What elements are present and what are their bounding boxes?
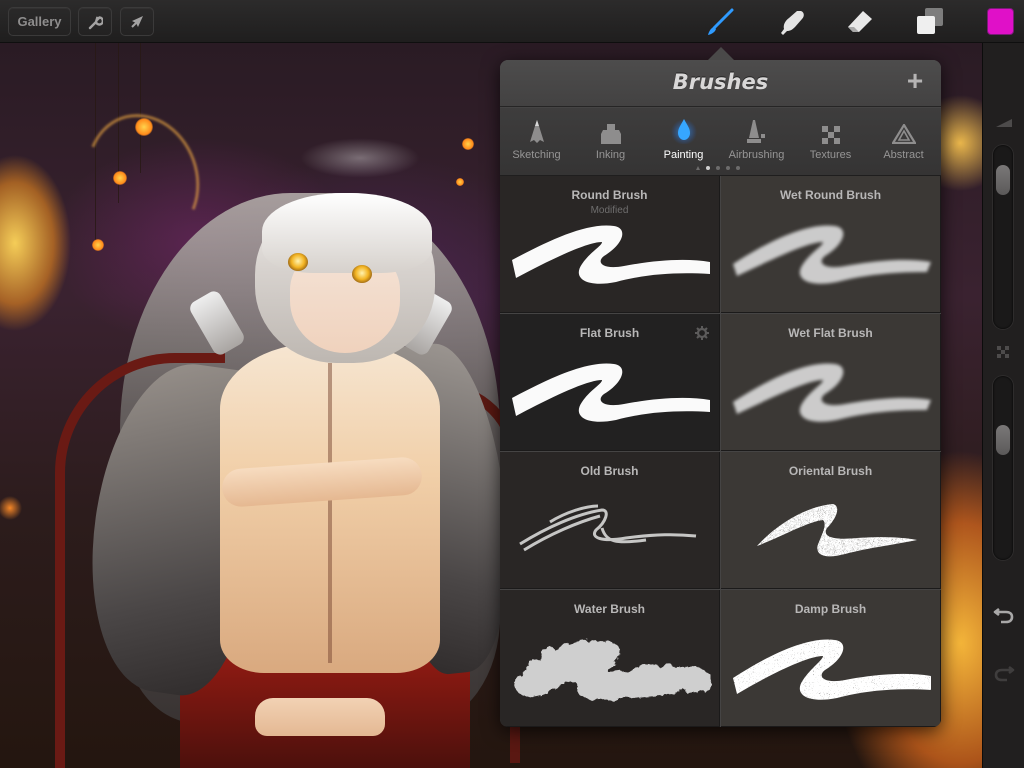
category-textures[interactable]: Textures [794,108,867,168]
brush-size-icon [996,119,1012,127]
page-dot [716,166,720,170]
artwork-feet [255,698,385,736]
undo-icon [993,607,1014,624]
layers-tool-button[interactable] [914,6,946,38]
category-label: Textures [809,149,852,161]
brushes-popover: Brushes + Sketching Inking Painting Airb… [500,47,941,727]
popover-title: Brushes [672,70,769,94]
popover-header: Brushes + [500,60,941,107]
popover-arrow [707,47,735,61]
brush-name: Old Brush [580,464,639,478]
category-label: Abstract [883,149,924,161]
category-painting[interactable]: Painting [647,108,720,168]
brush-item-round-brush[interactable]: Round Brush Modified [500,176,720,313]
eraser-tool-button[interactable] [844,6,876,38]
page-dot [726,166,730,170]
brush-item-wet-round-brush[interactable]: Wet Round Brush [721,176,941,313]
checker-icon [821,126,840,144]
brush-item-wet-flat-brush[interactable]: Wet Flat Brush [721,314,941,451]
category-airbrushing[interactable]: Airbrushing [720,108,793,168]
airbrush-icon [746,120,765,143]
brush-name: Damp Brush [794,602,867,616]
opacity-label [991,343,1017,363]
smudge-tool-button[interactable] [776,6,808,38]
brush-stroke-preview [733,225,931,284]
brush-category-bar: Sketching Inking Painting Airbrushing Te… [500,108,941,176]
category-sketching[interactable]: Sketching [500,108,573,168]
eraser-icon [848,11,872,32]
brush-stroke-preview [512,363,710,422]
brush-subtitle: Modified [590,205,629,216]
opacity-slider[interactable] [993,376,1013,560]
arrow-cursor-icon [131,15,143,28]
right-sidebar [982,43,1024,768]
smudge-finger-icon [781,11,804,35]
brush-name: Wet Round Brush [779,188,882,202]
brush-size-label [991,113,1017,133]
brush-name: Wet Flat Brush [788,326,873,340]
top-toolbar: Gallery [0,0,1024,43]
redo-icon [994,665,1015,682]
opacity-checker-icon [997,346,1009,358]
paintbrush-icon [708,8,734,35]
brush-stroke-preview [519,504,697,552]
brush-stroke-preview [733,639,931,700]
ink-bottle-icon [600,124,621,144]
brush-size-slider-thumb[interactable] [996,165,1010,196]
redo-button[interactable] [991,663,1017,683]
actions-button[interactable] [120,7,154,36]
wrench-icon [88,15,103,29]
artwork-eye [352,265,372,283]
light-bokeh [92,239,104,251]
brush-stroke-preview [512,225,710,284]
brush-item-water-brush[interactable]: Water Brush [500,590,720,727]
brush-item-oriental-brush[interactable]: Oriental Brush [721,452,941,589]
category-label: Painting [663,149,704,161]
paint-drop-icon [670,119,697,144]
brush-name: Water Brush [574,602,645,616]
light-bokeh [462,138,474,150]
search-page-indicator-icon [696,166,700,170]
category-label: Airbrushing [728,149,785,161]
brush-name: Round Brush [571,188,648,202]
brush-name: Oriental Brush [788,464,873,478]
opacity-slider-thumb[interactable] [996,424,1010,455]
category-page-indicator[interactable] [696,166,740,170]
brush-library-grid: Round Brush Modified Wet Round Brush Flat B… [500,176,941,727]
category-label: Sketching [512,149,561,161]
category-abstract[interactable]: Abstract [867,108,940,168]
brush-stroke-preview [512,638,710,700]
brush-tool-button[interactable] [704,6,736,38]
artwork-eye [288,253,308,271]
light-bokeh [456,178,464,186]
brush-item-damp-brush[interactable]: Damp Brush [721,590,941,727]
brush-stroke-preview [757,504,917,557]
app-root: Gallery Brushes + Sketching Inking Paint… [0,0,1024,768]
settings-button[interactable] [78,7,112,36]
brush-size-slider[interactable] [993,145,1013,329]
penrose-triangle-icon [891,124,916,144]
page-dot [736,166,740,170]
page-dot [706,166,710,170]
brush-item-flat-brush[interactable]: Flat Brush [500,314,720,451]
pencil-tip-icon [529,120,544,143]
brush-stroke-preview [733,363,931,422]
artwork-detail [328,363,332,663]
category-label: Inking [595,149,626,161]
undo-button[interactable] [991,605,1017,625]
add-brush-button[interactable]: + [903,67,927,95]
layers-icon [917,8,943,34]
artwork-halo [300,138,420,178]
color-picker-button[interactable] [987,8,1014,35]
gallery-button[interactable]: Gallery [8,7,71,36]
gear-icon[interactable] [695,326,709,340]
brush-item-old-brush[interactable]: Old Brush [500,452,720,589]
brush-name: Flat Brush [579,326,640,340]
category-inking[interactable]: Inking [574,108,647,168]
